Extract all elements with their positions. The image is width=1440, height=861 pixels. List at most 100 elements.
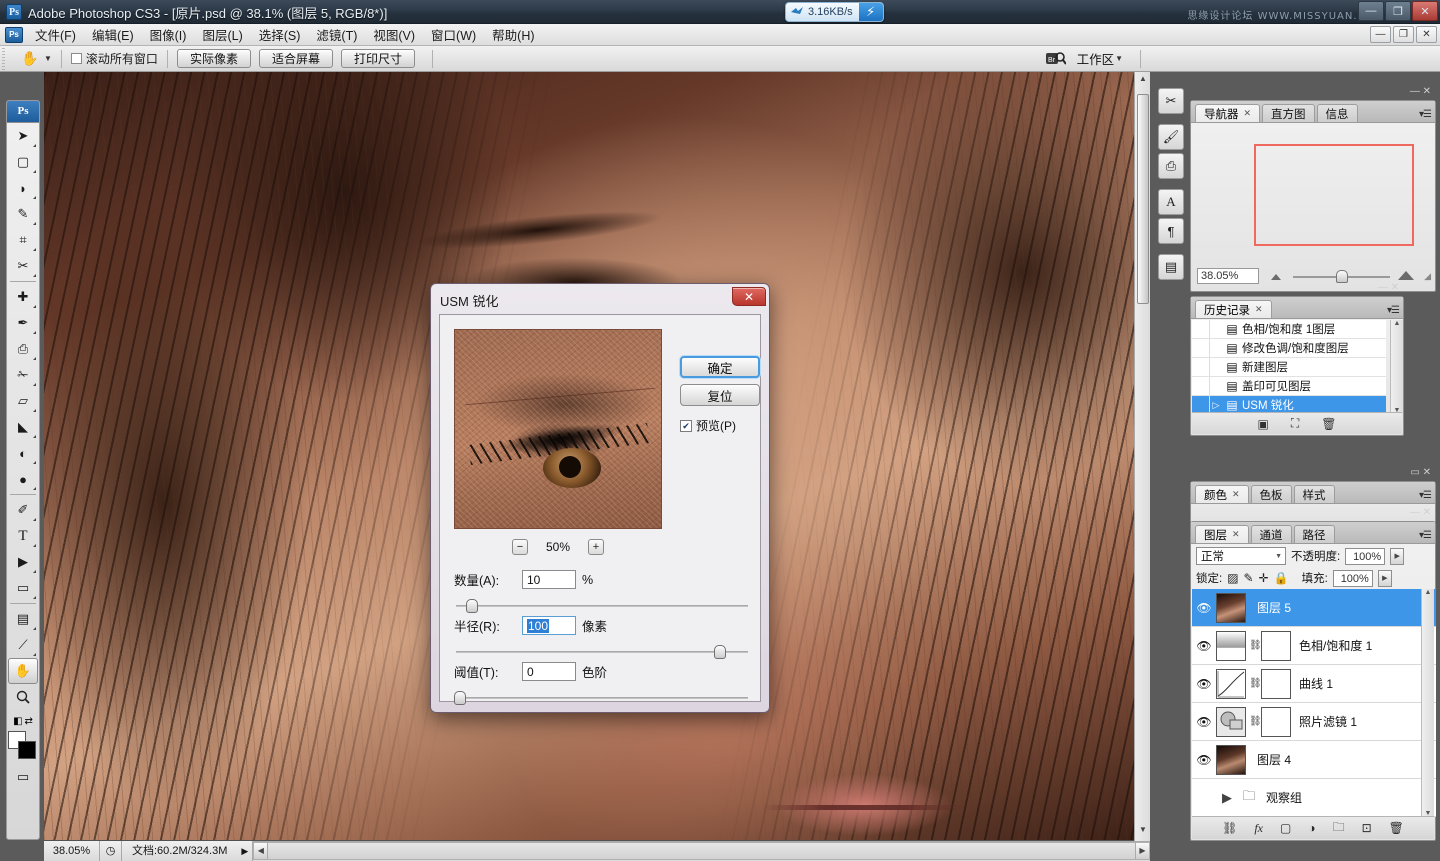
default-and-swap-colors[interactable]: ◧ ⇄ <box>9 713 37 729</box>
panel-resize-grip[interactable]: ◢ <box>1424 271 1431 282</box>
radius-slider[interactable] <box>454 645 750 659</box>
close-icon[interactable]: ✕ <box>1232 489 1240 500</box>
amount-slider-track[interactable] <box>456 605 748 607</box>
chevron-down-icon[interactable]: ▼ <box>1275 553 1285 560</box>
scroll-right-arrow-icon[interactable]: ▶ <box>1135 843 1149 859</box>
table-row[interactable]: 👁 图层 4 <box>1192 741 1436 779</box>
clone-source-icon[interactable]: ⎙ <box>1158 153 1184 179</box>
checkbox-box[interactable] <box>70 53 82 64</box>
magic-wand-tool[interactable]: ✎ <box>8 201 38 227</box>
workspace-chevron-down-icon[interactable]: ▼ <box>1115 54 1123 63</box>
close-icon[interactable]: ✕ <box>1255 304 1263 315</box>
lock-transparent-icon[interactable]: ▨ <box>1227 571 1238 585</box>
threshold-slider-track[interactable] <box>456 697 748 699</box>
eraser-tool[interactable]: ▱ <box>8 388 38 414</box>
scroll-left-arrow-icon[interactable]: ◀ <box>254 843 269 859</box>
dialog-close-button[interactable]: ✕ <box>732 287 766 306</box>
layer-comps-icon[interactable]: ▤ <box>1158 254 1184 280</box>
vertical-scroll-thumb[interactable] <box>1137 94 1149 304</box>
mask-link-icon[interactable]: ⛓ <box>1249 716 1262 727</box>
layer-visibility-icon[interactable]: 👁 <box>1192 753 1216 767</box>
fill-stepper-icon[interactable]: ▶ <box>1377 569 1392 587</box>
pen-tool[interactable]: ✐ <box>8 497 38 523</box>
scroll-up-arrow-icon[interactable]: ▲ <box>1422 589 1434 596</box>
default-colors-icon[interactable]: ◧ <box>13 716 22 727</box>
paragraph-icon[interactable]: ¶ <box>1158 218 1184 244</box>
layer-visibility-icon[interactable]: 👁 <box>1192 601 1216 615</box>
history-item[interactable]: ▤ 色相/饱和度 1图层 <box>1192 320 1386 339</box>
navigator-window-buttons[interactable]: — ✕ <box>1410 86 1431 97</box>
panel-menu-icon[interactable]: ▾☰ <box>1419 530 1432 541</box>
doc-close-button[interactable]: ✕ <box>1416 26 1437 43</box>
slice-tool[interactable]: ✂ <box>8 253 38 279</box>
tab-channels[interactable]: 通道 <box>1250 525 1292 543</box>
layer-visibility-icon[interactable]: 👁 <box>1192 639 1216 653</box>
quick-mask-icon[interactable]: ▭ <box>8 764 38 790</box>
swap-colors-icon[interactable]: ⇄ <box>25 716 33 727</box>
layer-thumbnail[interactable] <box>1216 668 1246 699</box>
panel-menu-icon[interactable]: ▾☰ <box>1419 490 1432 501</box>
history-scrollbar[interactable]: ▲ ▼ <box>1390 320 1403 414</box>
layers-scrollbar[interactable]: ▲ ▼ <box>1421 589 1434 817</box>
layer-style-icon[interactable]: fx <box>1254 821 1263 836</box>
history-window-buttons[interactable]: — ✕ <box>1378 282 1399 293</box>
preview-zoom-in-button[interactable]: + <box>588 539 605 555</box>
gradient-tool[interactable]: ◣ <box>8 414 38 440</box>
layer-thumbnail[interactable] <box>1216 630 1246 661</box>
menu-filter[interactable]: 滤镜(T) <box>308 23 365 46</box>
navigator-zoom-value[interactable]: 38.05% <box>1197 268 1259 284</box>
delete-layer-icon[interactable]: 🗑 <box>1389 821 1404 835</box>
brush-tool[interactable]: ✒ <box>8 310 38 336</box>
panel-menu-icon[interactable]: ▾☰ <box>1387 305 1400 316</box>
hand-tool[interactable]: ✋ <box>8 658 38 684</box>
checkbox-box[interactable]: ✔ <box>680 419 692 432</box>
navigator-view-box[interactable] <box>1254 144 1414 246</box>
tab-histogram[interactable]: 直方图 <box>1262 104 1315 122</box>
lasso-tool[interactable]: ◗ <box>8 175 38 201</box>
menu-file[interactable]: 文件(F) <box>27 23 84 46</box>
threshold-slider[interactable] <box>454 691 750 705</box>
new-group-icon[interactable]: 🗀 <box>1333 818 1345 839</box>
tab-info[interactable]: 信息 <box>1316 104 1358 122</box>
menu-image[interactable]: 图像(I) <box>142 23 195 46</box>
link-layers-icon[interactable]: ⛓ <box>1222 821 1237 835</box>
table-row[interactable]: 👁 ⛓ 色相/饱和度 1 <box>1192 627 1436 665</box>
history-snapshot-checkbox[interactable] <box>1192 339 1210 357</box>
opacity-stepper-icon[interactable]: ▶ <box>1390 547 1405 565</box>
delete-state-icon[interactable]: 🗑 <box>1321 417 1336 431</box>
color-swatches[interactable] <box>8 731 38 761</box>
canvas-vertical-scrollbar[interactable]: ▲ ▼ <box>1134 72 1150 841</box>
tab-styles[interactable]: 样式 <box>1293 485 1335 503</box>
new-snapshot-icon[interactable]: ⛶ <box>1291 416 1299 431</box>
history-snapshot-checkbox[interactable] <box>1192 320 1210 338</box>
bridge-icon[interactable]: Br <box>1045 49 1067 69</box>
tab-history[interactable]: 历史记录 ✕ <box>1195 300 1272 318</box>
history-brush-tool[interactable]: ✁ <box>8 362 38 388</box>
eyedropper-tool[interactable]: ⟋ <box>8 632 38 658</box>
close-icon[interactable]: ✕ <box>1244 108 1252 119</box>
table-row[interactable]: 👁 ⛓ 照片滤镜 1 <box>1192 703 1436 741</box>
radius-slider-knob[interactable] <box>714 645 727 659</box>
radius-slider-track[interactable] <box>456 651 748 653</box>
fit-screen-button[interactable]: 适合屏幕 <box>258 49 333 68</box>
threshold-slider-knob[interactable] <box>454 691 466 705</box>
dodge-tool[interactable]: ● <box>8 466 38 492</box>
horizontal-scroll-track[interactable]: ◀ ▶ <box>253 842 1150 860</box>
threshold-input[interactable]: 0 <box>522 662 576 681</box>
layer-mask-thumbnail[interactable] <box>1261 630 1291 661</box>
amount-input[interactable]: 10 <box>522 570 576 589</box>
zoom-tool[interactable] <box>8 684 38 710</box>
history-item[interactable]: ▤ 盖印可见图层 <box>1192 377 1386 396</box>
move-tool[interactable]: ➤ <box>8 123 38 149</box>
zoom-out-icon[interactable] <box>1271 274 1281 280</box>
close-icon[interactable]: ✕ <box>1232 529 1240 540</box>
group-expand-arrow-icon[interactable]: ▶ <box>1216 790 1238 806</box>
menu-select[interactable]: 选择(S) <box>251 23 309 46</box>
new-layer-icon[interactable]: ⊡ <box>1362 821 1372 835</box>
panel-menu-icon[interactable]: ▾☰ <box>1419 109 1432 120</box>
amount-slider[interactable] <box>454 599 750 613</box>
scroll-down-arrow-icon[interactable]: ▼ <box>1137 825 1149 839</box>
filter-preview[interactable] <box>454 329 662 529</box>
crop-tool[interactable]: ⌗ <box>8 227 38 253</box>
scroll-up-arrow-icon[interactable]: ▲ <box>1137 74 1149 88</box>
